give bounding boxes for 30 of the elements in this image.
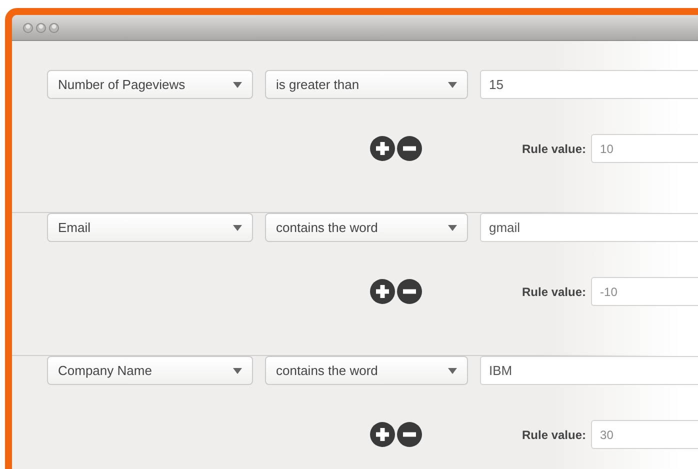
value-field[interactable]: IBM (480, 356, 698, 385)
add-icon[interactable] (370, 279, 395, 304)
rule-value-label: Rule value: (522, 142, 586, 156)
remove-icon[interactable] (397, 279, 422, 304)
value-field[interactable]: gmail (480, 213, 698, 242)
caret-icon (448, 224, 457, 230)
remove-icon[interactable] (397, 422, 422, 447)
remove-icon[interactable] (397, 136, 422, 161)
rule-value-field[interactable]: 30 (591, 420, 698, 449)
caret-icon (233, 224, 242, 230)
value-field[interactable]: 15 (480, 70, 698, 99)
rule-value-field[interactable]: -10 (591, 277, 698, 306)
operator-dropdown[interactable]: contains the word (265, 356, 468, 385)
add-icon[interactable] (370, 136, 395, 161)
window-button-icon[interactable] (49, 22, 59, 32)
field-dropdown[interactable]: Company Name (47, 356, 253, 385)
field-dropdown[interactable]: Number of Pageviews (47, 70, 253, 99)
caret-icon (448, 82, 457, 88)
add-icon[interactable] (370, 422, 395, 447)
rule-value-field[interactable]: 10 (591, 134, 698, 163)
rule-value-label: Rule value: (522, 428, 586, 442)
window-button-icon[interactable] (23, 22, 33, 32)
caret-icon (233, 82, 242, 88)
field-dropdown[interactable]: Email (47, 213, 253, 242)
window-button-icon[interactable] (36, 22, 46, 32)
rule-value-label: Rule value: (522, 284, 586, 298)
operator-dropdown[interactable]: is greater than (265, 70, 468, 99)
caret-icon (233, 368, 242, 374)
operator-dropdown[interactable]: contains the word (265, 213, 468, 242)
caret-icon (448, 368, 457, 374)
